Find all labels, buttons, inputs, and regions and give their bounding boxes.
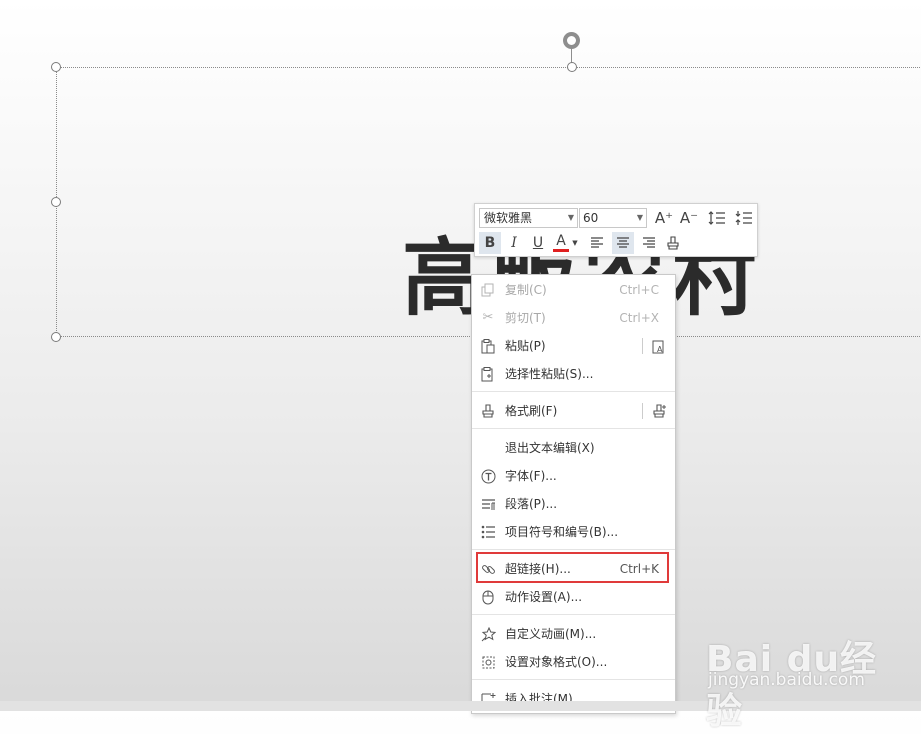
menu-item-label: 自定义动画(M)... (505, 627, 597, 641)
chevron-down-icon[interactable]: ▼ (570, 232, 580, 254)
menu-item-action-settings[interactable]: 动作设置(A)... (472, 583, 675, 611)
menu-item-label: 退出文本编辑(X) (505, 441, 595, 455)
paste-special-icon (480, 366, 496, 382)
paste-icon (480, 338, 496, 354)
menu-item-label: 段落(P)... (505, 497, 558, 511)
menu-divider (642, 338, 643, 354)
shrink-font-icon[interactable]: A⁻ (678, 207, 700, 229)
menu-item-copy[interactable]: 复制(C) Ctrl+C (472, 276, 675, 304)
align-right-icon[interactable] (638, 232, 660, 254)
menu-item-format-object[interactable]: 设置对象格式(O)... (472, 648, 675, 676)
bold-button[interactable]: B (479, 232, 501, 254)
menu-shortcut: Ctrl+C (619, 283, 659, 297)
menu-item-label: 字体(F)... (505, 469, 557, 483)
menu-item-font[interactable]: 字体(F)... (472, 462, 675, 490)
format-painter-multi-icon[interactable] (651, 403, 667, 419)
menu-item-label: 复制(C) (505, 283, 547, 297)
font-name-value: 微软雅黑 (484, 211, 533, 225)
chevron-down-icon: ▼ (636, 213, 643, 222)
font-size-select[interactable]: 60 ▼ (579, 208, 647, 228)
paste-text-only-icon[interactable]: A (651, 338, 667, 354)
star-animation-icon (480, 626, 496, 642)
bullet-list-icon (480, 524, 496, 540)
paragraph-icon (480, 496, 496, 512)
align-center-icon[interactable] (612, 232, 634, 254)
menu-item-exit-text-edit[interactable]: 退出文本编辑(X) (472, 434, 675, 462)
menu-item-label: 剪切(T) (505, 311, 546, 325)
watermark-url: jingyan.baidu.com (708, 670, 865, 690)
menu-item-custom-animation[interactable]: 自定义动画(M)... (472, 620, 675, 648)
menu-item-label: 选择性粘贴(S)... (505, 367, 594, 381)
scissors-icon: ✂ (482, 310, 494, 325)
baidu-watermark: Bai du经验 jingyan.baidu.com (706, 620, 906, 732)
menu-shortcut: Ctrl+X (619, 311, 659, 325)
resize-handle-bottom-left[interactable] (51, 332, 61, 342)
format-painter-icon (480, 403, 496, 419)
resize-handle-top-left[interactable] (51, 62, 61, 72)
menu-item-label: 项目符号和编号(B)... (505, 525, 619, 539)
svg-text:A: A (657, 345, 663, 354)
menu-item-bullets-numbering[interactable]: 项目符号和编号(B)... (472, 518, 675, 546)
line-spacing-icon[interactable] (706, 207, 728, 229)
menu-item-cut[interactable]: ✂ 剪切(T) Ctrl+X (472, 304, 675, 332)
menu-item-label: 粘贴(P) (505, 339, 546, 353)
menu-item-label: 动作设置(A)... (505, 590, 583, 604)
format-object-icon (480, 654, 496, 670)
chevron-down-icon: ▼ (567, 213, 574, 222)
menu-separator (472, 679, 675, 680)
menu-separator (472, 549, 675, 550)
menu-separator (472, 614, 675, 615)
hyperlink-highlight-box (476, 552, 669, 583)
align-left-icon[interactable] (586, 232, 608, 254)
menu-item-paste-special[interactable]: 选择性粘贴(S)... (472, 360, 675, 388)
mouse-icon (480, 589, 496, 605)
menu-item-format-painter[interactable]: 格式刷(F) (472, 397, 675, 425)
menu-separator (472, 428, 675, 429)
menu-separator (472, 391, 675, 392)
font-name-select[interactable]: 微软雅黑 ▼ (479, 208, 578, 228)
menu-item-label: 设置对象格式(O)... (505, 655, 608, 669)
format-painter-icon[interactable] (662, 232, 684, 254)
mini-format-toolbar: 微软雅黑 ▼ 60 ▼ A⁺ A⁻ B I U A ▼ (474, 203, 758, 257)
rotate-handle-icon[interactable] (563, 32, 580, 49)
font-color-button[interactable]: A (553, 232, 569, 252)
menu-item-paragraph[interactable]: 段落(P)... (472, 490, 675, 518)
menu-divider (642, 403, 643, 419)
menu-item-paste[interactable]: 粘贴(P) A (472, 332, 675, 360)
font-size-value: 60 (583, 211, 599, 225)
resize-handle-top-middle[interactable] (567, 62, 577, 72)
grow-font-icon[interactable]: A⁺ (653, 207, 675, 229)
underline-button[interactable]: U (527, 232, 549, 254)
menu-item-label: 格式刷(F) (505, 404, 558, 418)
italic-button[interactable]: I (503, 232, 525, 254)
copy-icon (480, 282, 496, 298)
resize-handle-middle-left[interactable] (51, 197, 61, 207)
paragraph-spacing-icon[interactable] (733, 207, 755, 229)
context-menu: 复制(C) Ctrl+C ✂ 剪切(T) Ctrl+X 粘贴(P) A 选择性粘… (471, 274, 676, 714)
font-circle-t-icon (480, 468, 496, 484)
